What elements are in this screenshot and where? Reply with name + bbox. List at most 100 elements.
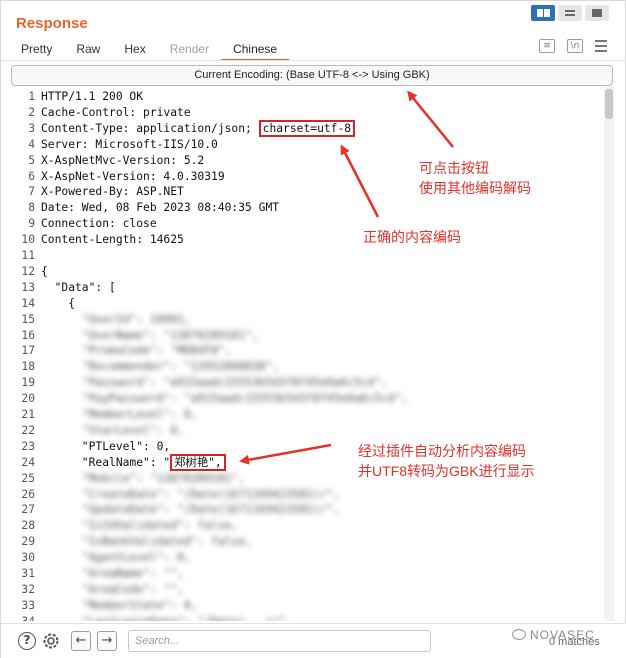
line-number: 13 (21, 280, 35, 294)
menu-icon[interactable] (595, 40, 607, 52)
charset-annotation: 正确的内容编码 (363, 229, 461, 245)
code-line: 1 HTTP/1.1 200 OK (9, 89, 143, 105)
line-number: 6 (28, 169, 35, 183)
tab-chinese[interactable]: Chinese (221, 39, 290, 61)
editor-tool-icons: ≡ \n (539, 39, 607, 53)
plugin-annotation: 经过插件自动分析内容编码 并UTF8转码为GBK进行显示 (358, 441, 535, 481)
split-horizontal-toggle[interactable] (558, 5, 582, 21)
split-vertical-toggle[interactable] (531, 5, 555, 21)
line-text: "Password": "a915aadc15553b5d3f8f45e0a6c… (41, 376, 388, 390)
line-number: 10 (21, 233, 35, 247)
search-bar: ? ← → NOVASEC 0 matches (1, 623, 626, 658)
code-line: 7 X-Powered-By: ASP.NET (9, 184, 184, 200)
code-line: 33 "MemberState": 0, (9, 598, 197, 614)
single-pane-toggle[interactable] (585, 5, 609, 21)
code-line: 25 "Mobile": "13870289181", (9, 471, 245, 487)
tab-hex[interactable]: Hex (112, 39, 157, 61)
pretty-print-icon[interactable]: ≡ (539, 39, 555, 53)
search-input[interactable] (128, 630, 431, 652)
line-number: 1 (28, 90, 35, 103)
line-number: 17 (21, 344, 35, 358)
panel-title: Response (16, 15, 88, 32)
current-encoding-button[interactable]: Current Encoding: (Base UTF-8 <-> Using … (11, 65, 613, 86)
line-number: 7 (28, 185, 35, 199)
line-text: Cache-Control: private (41, 105, 191, 119)
line-number: 5 (28, 153, 35, 167)
code-line: 4 Server: Microsoft-IIS/10.0 (9, 137, 218, 153)
line-number: 9 (28, 217, 35, 231)
line-text: "AreaCode": "", (41, 582, 184, 596)
line-number: 32 (21, 582, 35, 596)
encoding-button-annotation: 可点击按钮 使用其他编码解码 (419, 158, 531, 198)
scrollbar-thumb[interactable] (605, 89, 613, 119)
annotation-line: 经过插件自动分析内容编码 (358, 443, 526, 459)
newline-wrap-icon[interactable]: \n (567, 39, 583, 53)
line-text: "Data": [ (41, 280, 116, 294)
line-text: "IsIdValidated": false, (41, 519, 239, 533)
code-line: 26 "CreateDate": "/Date(1671169423581)/"… (9, 487, 340, 503)
tab-pretty[interactable]: Pretty (9, 39, 64, 61)
line-text: Date: Wed, 08 Feb 2023 08:40:35 GMT (41, 201, 280, 215)
line-text: "AgentLevel": 0, (41, 551, 191, 565)
line-text: "CreateDate": "/Date(1671169423581)/", (41, 487, 341, 501)
line-number: 11 (21, 249, 35, 262)
view-layout-toggles (531, 5, 609, 21)
next-match-button[interactable]: → (97, 631, 117, 651)
line-text: "UserName": "13870289181", (41, 328, 259, 342)
line-text: X-AspNet-Version: 4.0.30319 (41, 169, 225, 183)
line-number: 18 (21, 360, 35, 374)
code-line: 13 "Data": [ (9, 280, 116, 296)
line-number: 21 (21, 408, 35, 421)
line-text: "PayPassword": "a915aadc15553b5d3f8f45e0… (41, 392, 409, 406)
editor-scrollbar[interactable] (604, 87, 614, 621)
line-number: 27 (21, 503, 35, 517)
settings-gear-icon[interactable] (41, 631, 61, 651)
line-number: 4 (28, 137, 35, 151)
line-text: "Recommender": "13952808838", (41, 360, 280, 374)
highlighted-value-box: charset=utf-8 (258, 119, 356, 137)
code-line: 32 "AreaCode": "", (9, 582, 184, 598)
line-text: X-Powered-By: ASP.NET (41, 185, 184, 199)
tab-render[interactable]: Render (158, 39, 221, 61)
line-text: "MemberLevel": 0, (41, 408, 198, 421)
line-number: 30 (21, 551, 35, 565)
line-number: 29 (21, 535, 35, 549)
line-number: 20 (21, 392, 35, 406)
help-icon[interactable]: ? (18, 632, 36, 650)
code-line: 17 "PromoCode": "MDB4F8", (9, 343, 231, 359)
line-text: Connection: close (41, 217, 157, 231)
line-text: "LastLoginDate": "/Date(...)/", (41, 615, 293, 621)
line-number: 16 (21, 328, 35, 342)
tab-raw[interactable]: Raw (64, 39, 112, 61)
code-line: 18 "Recommender": "13952808838", (9, 359, 279, 375)
annotation-line: 使用其他编码解码 (419, 180, 531, 196)
line-number: 26 (21, 487, 35, 501)
code-line: 19 "Password": "a915aadc15553b5d3f8f45e0… (9, 375, 388, 391)
code-line: 9 Connection: close (9, 216, 157, 232)
code-line: 34 "LastLoginDate": "/Date(...)/", (9, 614, 293, 621)
code-line: 27 "UpdateDate": "/Date(1671169423581)/"… (9, 502, 340, 518)
line-number: 28 (21, 519, 35, 533)
code-line: 15 "UserId": 10001, (9, 312, 190, 328)
code-line: 29 "IsBankValidated": false, (9, 534, 251, 550)
wechat-logo-icon (512, 629, 526, 640)
line-text: "Mobile": "13870289181", (41, 471, 246, 485)
line-text: "PromoCode": "MDB4F8", (41, 344, 232, 358)
line-text: { (41, 296, 76, 310)
line-number: 15 (21, 312, 35, 326)
line-text: { (41, 264, 48, 278)
code-line: 28 "IsIdValidated": false, (9, 518, 238, 534)
previous-match-button[interactable]: ← (71, 631, 91, 651)
code-line: 6 X-AspNet-Version: 4.0.30319 (9, 169, 225, 185)
line-text: Server: Microsoft-IIS/10.0 (41, 137, 218, 151)
code-line: 14 { (9, 296, 75, 312)
code-line: 31 "AreaName": "", (9, 566, 183, 582)
line-number: 22 (21, 423, 35, 437)
line-text: "PTLevel": 0, (41, 439, 171, 453)
code-line: 2 Cache-Control: private (9, 105, 191, 121)
line-number: 8 (28, 201, 35, 215)
tab-divider (1, 60, 626, 61)
line-number: 33 (21, 598, 35, 612)
line-number: 3 (28, 121, 35, 135)
line-number: 19 (21, 376, 35, 390)
